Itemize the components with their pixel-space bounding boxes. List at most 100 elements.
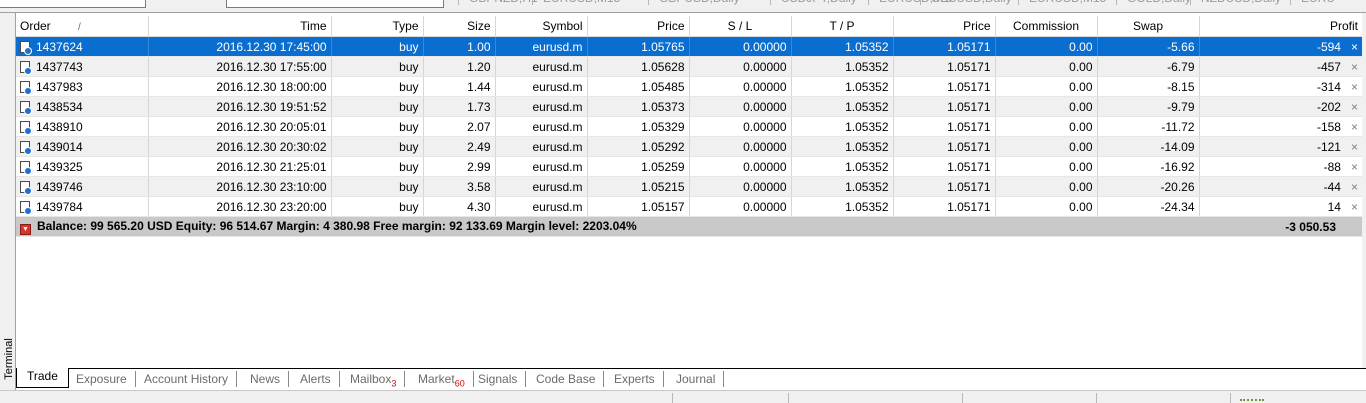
order-document-icon [20,160,32,175]
column-header-sl[interactable]: S / L [689,16,792,37]
chart-tab[interactable]: EURUSD,M15 [1018,0,1116,5]
tab-code-base[interactable]: Code Base [528,371,605,387]
column-header-price[interactable]: Price [587,16,690,37]
column-header-commission[interactable]: Commission [995,16,1098,37]
cell-commission: 0.00 [995,176,1098,197]
table-row[interactable]: 1438910 2016.12.30 20:05:01 buy 2.07 eurusd.… [16,116,1362,137]
order-cell: 1438534 [16,96,149,117]
close-order-icon[interactable]: × [1351,160,1358,174]
chart-tab[interactable]: USDJPY,Daily [770,0,867,5]
cell-symbol: eurusd.m [495,116,588,137]
tab-signals[interactable]: Signals [470,371,527,387]
cell-profit: -457 × [1199,56,1362,77]
cell-time: 2016.12.30 17:55:00 [148,56,332,77]
cell-type: buy [331,156,424,177]
column-header-tp[interactable]: T / P [791,16,894,37]
close-order-icon[interactable]: × [1351,40,1358,54]
profit-value: -44 [1323,179,1341,194]
close-order-icon[interactable]: × [1351,60,1358,74]
tab-experts[interactable]: Experts [606,371,664,387]
cell-profit: 14 × [1199,196,1362,217]
cell-commission: 0.00 [995,116,1098,137]
account-summary-row: ▼ Balance: 99 565.20 USD Equity: 96 514.6… [16,216,1362,237]
order-document-icon [20,60,32,75]
cell-tp: 1.05352 [791,56,894,77]
order-document-icon [20,40,32,55]
tab-mailbox[interactable]: Mailbox3 [342,371,406,388]
chart-tab[interactable]: NZDUSD,Daily [1190,0,1291,5]
table-row[interactable]: 1437743 2016.12.30 17:55:00 buy 1.20 eurusd.… [16,56,1362,77]
tab-news[interactable]: News [242,371,290,387]
tab-label: Experts [614,372,655,386]
table-row[interactable]: 1439784 2016.12.30 23:20:00 buy 4.30 eurusd.… [16,196,1362,217]
chart-tab[interactable]: GOLD,Daily [1116,0,1201,5]
column-header-order[interactable]: Order / [16,16,149,37]
tab-alerts[interactable]: Alerts [292,371,340,387]
cell-price: 1.05215 [587,176,690,197]
cell-swap: -5.66 [1097,36,1200,57]
cell-symbol: eurusd.m [495,56,588,77]
chart-tab[interactable]: GBPUSD,Daily [648,0,750,5]
order-number: 1439784 [36,199,83,214]
table-row[interactable]: 1438534 2016.12.30 19:51:52 buy 1.73 eurusd.… [16,96,1362,117]
cell-profit: -158 × [1199,116,1362,137]
close-order-icon[interactable]: × [1351,140,1358,154]
tab-market[interactable]: Market60 [410,371,474,388]
cell-size: 2.49 [423,136,496,157]
table-row[interactable]: 1437983 2016.12.30 18:00:00 buy 1.44 eurusd.… [16,76,1362,97]
orders-table: Order / Time Type Size Symbol Price S / … [16,16,1362,237]
column-header-symbol[interactable]: Symbol [495,16,588,37]
terminal-side-label: Terminal [0,13,16,391]
chart-tab[interactable]: EURUSD,M15 [532,0,630,5]
cell-price: 1.05628 [587,56,690,77]
column-header-time[interactable]: Time [148,16,332,37]
tab-account-history[interactable]: Account History [136,371,238,387]
close-order-icon[interactable]: × [1351,120,1358,134]
cell-price: 1.05157 [587,196,690,217]
order-cell: 1438910 [16,116,149,137]
cell-sl: 0.00000 [689,56,792,77]
close-order-icon[interactable]: × [1351,200,1358,214]
table-row[interactable]: 1439014 2016.12.30 20:30:02 buy 2.49 eurusd.… [16,136,1362,157]
column-header-type[interactable]: Type [331,16,424,37]
cell-commission: 0.00 [995,196,1098,217]
tab-exposure[interactable]: Exposure [68,371,136,387]
close-order-icon[interactable]: × [1351,80,1358,94]
tab-label: Trade [27,369,58,383]
cell-time: 2016.12.30 19:51:52 [148,96,332,117]
chart-tab[interactable]: GBPUSD,Daily [920,0,1022,5]
cell-symbol: eurusd.m [495,76,588,97]
chart-tab[interactable]: EURU [1290,0,1345,5]
cell-sl: 0.00000 [689,36,792,57]
column-header-swap[interactable]: Swap [1097,16,1200,37]
cell-time: 2016.12.30 23:10:00 [148,176,332,197]
cell-profit: -314 × [1199,76,1362,97]
column-header-size[interactable]: Size [423,16,496,37]
order-cell: 1439014 [16,136,149,157]
order-number: 1437983 [36,79,83,94]
close-order-icon[interactable]: × [1351,100,1358,114]
close-order-icon[interactable]: × [1351,180,1358,194]
toolbar-combo-right[interactable] [226,0,444,8]
tab-trade[interactable]: Trade [16,368,69,388]
column-header-profit[interactable]: Profit [1199,16,1362,37]
status-bar [0,390,1366,403]
tab-journal[interactable]: Journal [668,371,725,387]
tab-label: Alerts [300,372,331,386]
cell-cur-price: 1.05171 [893,136,996,157]
table-row[interactable]: 1439746 2016.12.30 23:10:00 buy 3.58 eurusd.… [16,176,1362,197]
table-row[interactable]: 1439325 2016.12.30 21:25:01 buy 2.99 eurusd.… [16,156,1362,177]
vertical-scrollbar[interactable] [1362,13,1366,369]
cell-type: buy [331,136,424,157]
column-header-current-price[interactable]: Price [893,16,996,37]
toolbar-combo-left[interactable] [0,0,146,8]
cell-size: 1.00 [423,36,496,57]
order-document-icon [20,100,32,115]
cell-price: 1.05292 [587,136,690,157]
cell-type: buy [331,116,424,137]
cell-price: 1.05373 [587,96,690,117]
cell-price: 1.05329 [587,116,690,137]
table-row[interactable]: 1437624 2016.12.30 17:45:00 buy 1.00 eurusd.… [16,36,1362,57]
cell-sl: 0.00000 [689,176,792,197]
cell-profit: -88 × [1199,156,1362,177]
